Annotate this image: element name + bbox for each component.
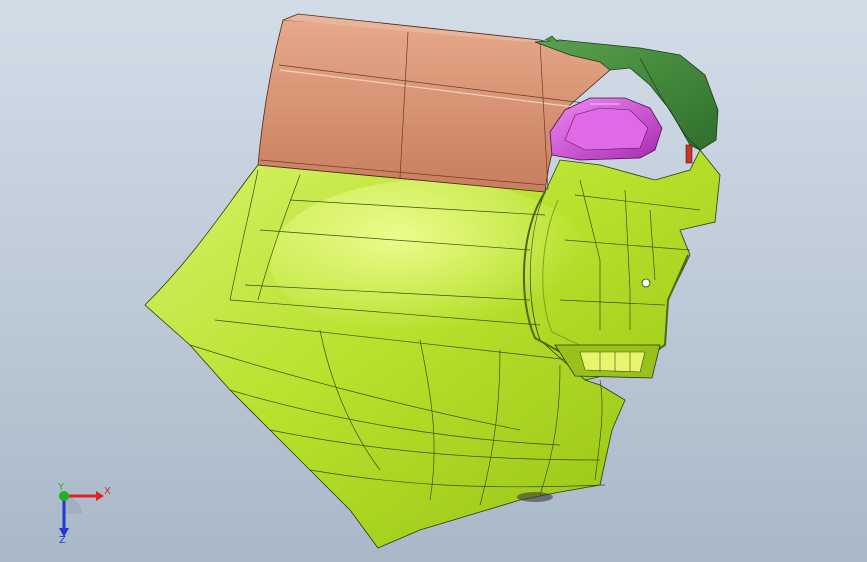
axis-triad: X Y Z <box>57 482 111 544</box>
z-axis-label: Z <box>59 535 66 544</box>
marker-tab <box>685 144 693 164</box>
y-axis-label: Y <box>57 482 65 493</box>
cad-viewport[interactable]: X Y Z <box>0 0 867 562</box>
mounting-hole <box>641 278 651 288</box>
3d-model-view[interactable] <box>0 0 867 562</box>
x-axis-label: X <box>104 486 111 497</box>
